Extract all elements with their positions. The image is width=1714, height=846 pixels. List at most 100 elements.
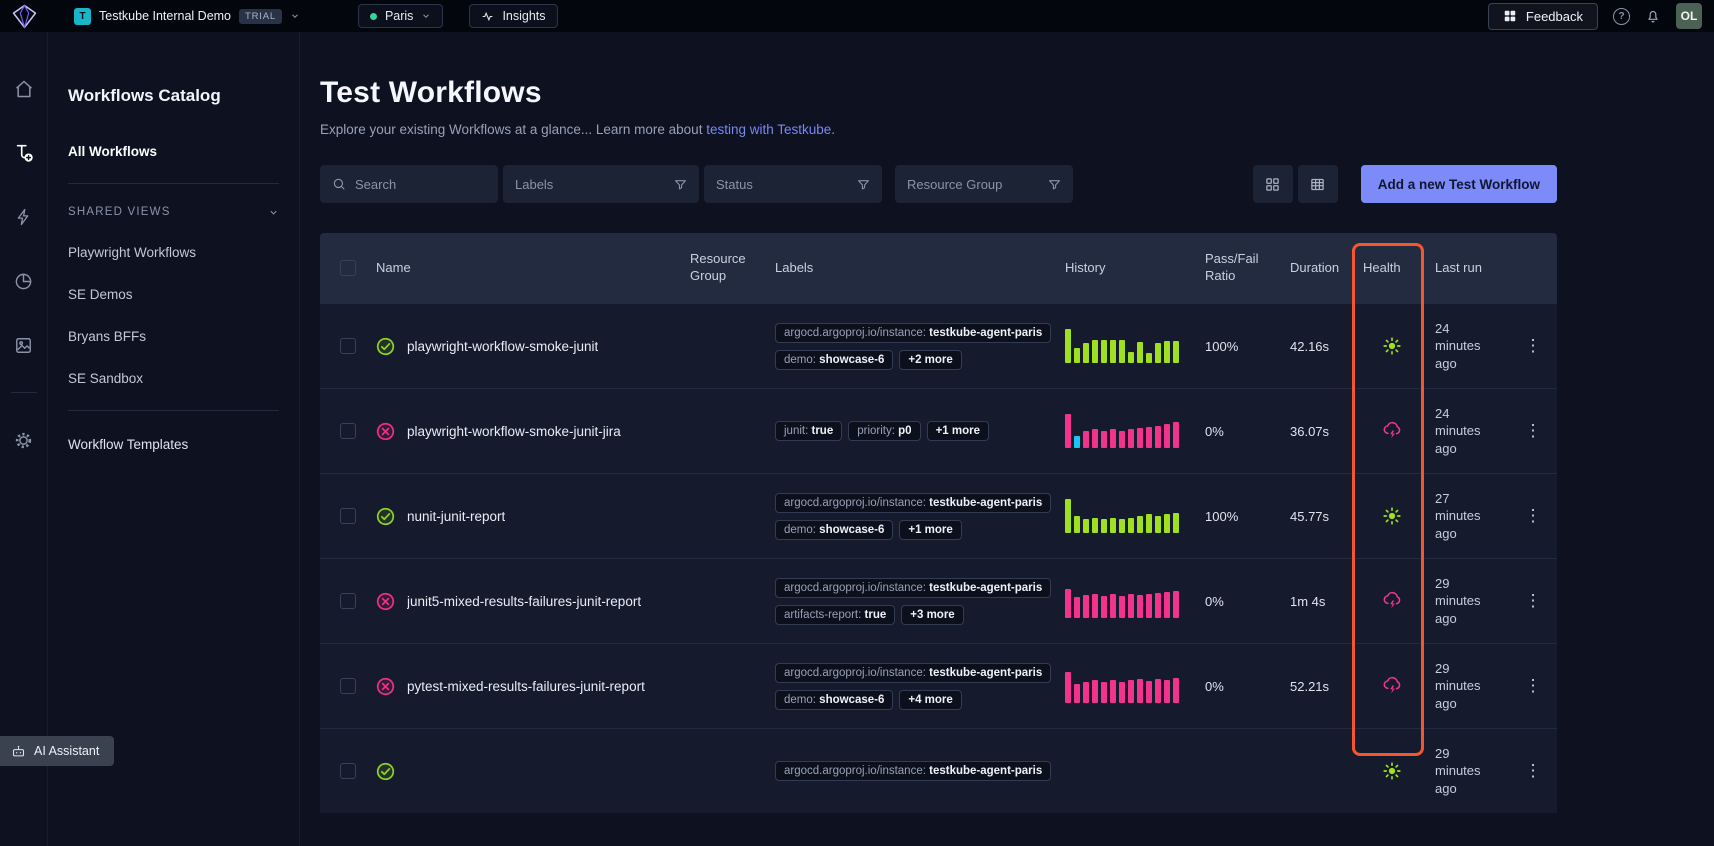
feedback-button[interactable]: Feedback [1488,3,1598,30]
workflow-name[interactable]: playwright-workflow-smoke-junit-jira [407,424,621,439]
row-menu-button[interactable]: ⋮ [1517,417,1550,445]
history-bar [1146,514,1152,533]
shared-views-section-toggle[interactable]: SHARED VIEWS [68,206,279,218]
labels-more-chip[interactable]: +1 more [927,421,989,441]
environment-selector[interactable]: Paris [358,4,443,28]
status-filter[interactable]: Status [704,165,882,203]
labels-cell: argocd.argoproj.io/instance: testkube-ag… [770,578,1055,625]
testing-with-testkube-link[interactable]: testing with Testkube [706,122,831,137]
view-toggle-group [1253,165,1338,203]
sidebar-item-all-workflows[interactable]: All Workflows [68,144,279,159]
row-menu-button[interactable]: ⋮ [1517,332,1550,360]
table-row[interactable]: junit5-mixed-results-failures-junit-repo… [320,558,1557,643]
testkube-logo[interactable] [0,3,48,30]
help-icon[interactable]: ? [1613,8,1630,25]
test-workflows-icon[interactable] [13,142,35,164]
table-view-button[interactable] [1298,165,1338,203]
row-menu-button[interactable]: ⋮ [1517,672,1550,700]
workflow-name[interactable]: pytest-mixed-results-failures-junit-repo… [407,679,645,694]
select-all-checkbox[interactable] [340,260,356,276]
last-run: 29 minutes ago [1429,575,1509,628]
sidebar-item-se-sandbox[interactable]: SE Sandbox [68,371,279,386]
table-row[interactable]: nunit-junit-report argocd.argoproj.io/ins… [320,473,1557,558]
pass-fail-ratio: 0% [1190,594,1275,609]
status-filter-label: Status [716,177,753,192]
label-chip: demo: showcase-6 [775,690,893,710]
history-bar [1101,682,1107,703]
row-checkbox[interactable] [340,678,356,694]
health-cell [1355,505,1429,527]
history-bars[interactable] [1055,329,1190,363]
history-bar [1092,518,1098,533]
org-selector[interactable]: T Testkube Internal Demo TRIAL [74,8,300,25]
ai-assistant-button[interactable]: AI Assistant [0,736,114,766]
labels-filter[interactable]: Labels [503,165,699,203]
labels-more-chip[interactable]: +3 more [901,605,963,625]
history-bar [1155,593,1161,618]
row-menu-button[interactable]: ⋮ [1517,502,1550,530]
history-bar [1119,682,1125,703]
workflow-name[interactable]: playwright-workflow-smoke-junit [407,339,598,354]
history-bars[interactable] [1055,414,1190,448]
row-menu-button[interactable]: ⋮ [1517,587,1550,615]
add-test-workflow-button[interactable]: Add a new Test Workflow [1361,165,1557,203]
row-checkbox[interactable] [340,338,356,354]
header-resource-group: Resource Group [690,251,770,285]
grid-view-button[interactable] [1253,165,1293,203]
labels-cell: argocd.argoproj.io/instance: testkube-ag… [770,323,1055,370]
pass-fail-ratio: 100% [1190,509,1275,524]
labels-more-chip[interactable]: +4 more [899,690,961,710]
table-row[interactable]: playwright-workflow-smoke-junit argocd.ar… [320,303,1557,388]
labels-more-chip[interactable]: +1 more [899,520,961,540]
workflow-name[interactable]: nunit-junit-report [407,509,505,524]
label-chip: argocd.argoproj.io/instance: testkube-ag… [775,493,1051,513]
duration: 36.07s [1275,424,1355,439]
page-title: Test Workflows [320,76,1714,110]
workflow-name[interactable]: junit5-mixed-results-failures-junit-repo… [407,594,641,609]
history-bars[interactable] [1055,584,1190,618]
health-cell [1355,335,1429,357]
row-checkbox[interactable] [340,593,356,609]
history-bars[interactable] [1055,669,1190,703]
user-avatar[interactable]: OL [1676,3,1702,29]
feedback-label: Feedback [1526,9,1583,24]
history-bars[interactable] [1055,754,1190,788]
artifacts-image-icon[interactable] [13,334,35,356]
row-menu-button[interactable]: ⋮ [1517,757,1550,785]
table-row[interactable]: playwright-workflow-smoke-junit-jirajuni… [320,388,1557,473]
sidebar-item-workflow-templates[interactable]: Workflow Templates [68,437,279,452]
history-bar [1065,414,1071,448]
sidebar-item-playwright-workflows[interactable]: Playwright Workflows [68,245,279,260]
shared-views-heading: SHARED VIEWS [68,206,171,218]
pie-chart-icon[interactable] [13,270,35,292]
sidebar-divider [68,410,279,411]
sidebar-item-bryans-bffs[interactable]: Bryans BFFs [68,329,279,344]
history-bar [1065,329,1071,363]
sidebar-item-se-demos[interactable]: SE Demos [68,287,279,302]
sidebar-divider [68,183,279,184]
history-bar [1065,499,1071,533]
filter-bar: Labels Status Resource Group [320,165,1557,203]
row-checkbox[interactable] [340,508,356,524]
history-bars[interactable] [1055,499,1190,533]
table-row[interactable]: pytest-mixed-results-failures-junit-repo… [320,643,1557,728]
triggers-bolt-icon[interactable] [13,206,35,228]
row-checkbox[interactable] [340,423,356,439]
resource-group-filter[interactable]: Resource Group [895,165,1073,203]
table-row[interactable]: argocd.argoproj.io/instance: testkube-ag… [320,728,1557,813]
row-checkbox[interactable] [340,763,356,779]
settings-gear-icon[interactable] [13,429,35,451]
history-bar [1101,519,1107,533]
history-bar [1110,429,1116,448]
search-input[interactable] [355,177,486,192]
header-duration: Duration [1275,260,1355,277]
notifications-bell-icon[interactable] [1645,8,1661,24]
labels-more-chip[interactable]: +2 more [899,350,961,370]
insights-button[interactable]: Insights [469,4,557,28]
history-bar [1173,591,1179,618]
history-bar [1074,684,1080,703]
home-icon[interactable] [13,78,35,100]
label-chip: demo: showcase-6 [775,520,893,540]
history-bar [1101,596,1107,618]
label-chip: argocd.argoproj.io/instance: testkube-ag… [775,663,1051,683]
